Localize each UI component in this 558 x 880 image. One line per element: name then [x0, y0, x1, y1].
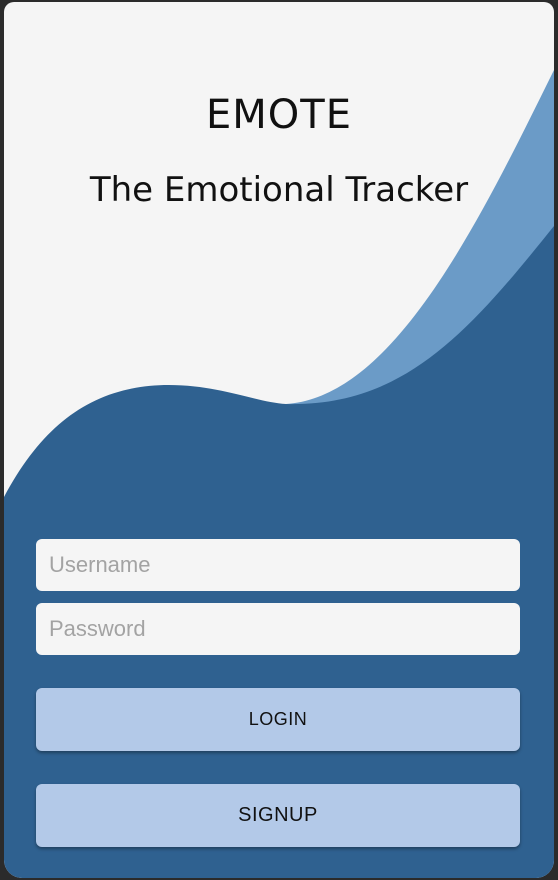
username-input[interactable] [36, 539, 520, 591]
device-frame: EMOTE The Emotional Tracker LOGIN SIGNUP [0, 0, 558, 880]
password-input[interactable] [36, 603, 520, 655]
app-title: EMOTE [206, 92, 352, 138]
signup-button[interactable]: SIGNUP [36, 784, 520, 847]
login-button[interactable]: LOGIN [36, 688, 520, 751]
app-subtitle: The Emotional Tracker [89, 170, 469, 210]
login-screen: EMOTE The Emotional Tracker LOGIN SIGNUP [4, 2, 554, 878]
